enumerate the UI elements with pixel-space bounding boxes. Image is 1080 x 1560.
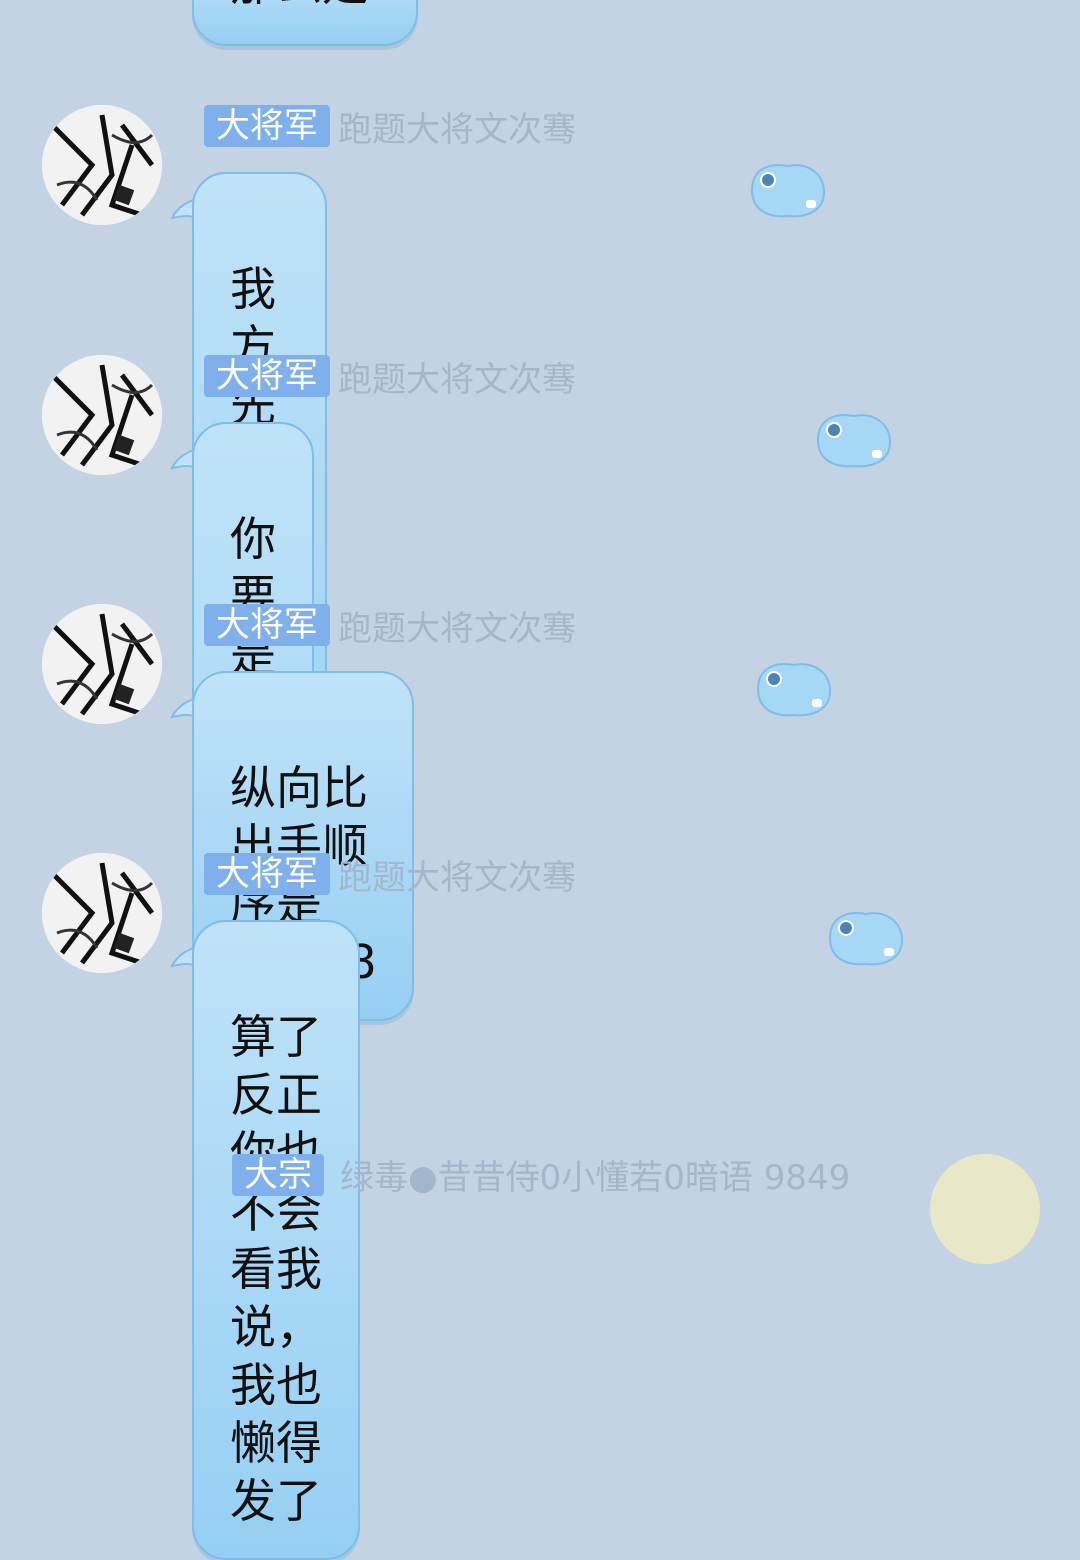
next-message-partial: 大宗 绿毒●昔昔侍0小懂若0暗语 9849 xyxy=(0,1150,1080,1264)
member-title: 跑题大将文次骞 xyxy=(338,857,576,898)
sketch-avatar-icon xyxy=(42,853,162,973)
chat-message: 大将军 跑题大将文次骞 你要是横向对比是奇数先手 xyxy=(0,350,1080,1236)
member-badge: 大宗 xyxy=(232,1154,324,1196)
member-badge: 大将军 xyxy=(204,604,330,646)
sketch-avatar-icon xyxy=(42,604,162,724)
member-title: 跑题大将文次骞 xyxy=(338,608,576,649)
sketch-avatar-icon xyxy=(42,355,162,475)
chat-message: 大将军 跑题大将文次骞 我方先手是1动然后23动 xyxy=(0,100,1080,928)
avatar[interactable] xyxy=(42,105,162,225)
member-title: 绿毒●昔昔侍0小懂若0暗语 9849 xyxy=(340,1158,851,1198)
member-title: 跑题大将文次骞 xyxy=(338,359,576,400)
member-badge: 大将军 xyxy=(204,853,330,895)
hippo-bubble-decoration-icon xyxy=(748,160,826,220)
avatar[interactable] xyxy=(42,355,162,475)
member-badge: 大将军 xyxy=(204,105,330,147)
sketch-avatar-icon xyxy=(42,105,162,225)
previous-message-text: 那么是 xyxy=(230,0,368,14)
previous-message-bubble[interactable]: 那么是 xyxy=(192,0,418,46)
message-bubble[interactable]: 算了反正你也不会看我说， 我也懒得发了 xyxy=(192,920,360,1560)
hippo-bubble-decoration-icon xyxy=(754,659,832,719)
chat-message: 大将军 跑题大将文次骞 算了反正你也不会看我说， 我也懒得发了 xyxy=(0,848,1080,1560)
member-title: 跑题大将文次骞 xyxy=(338,109,576,150)
avatar[interactable] xyxy=(42,604,162,724)
avatar[interactable] xyxy=(42,853,162,973)
hippo-bubble-decoration-icon xyxy=(826,908,904,968)
avatar[interactable] xyxy=(930,1154,1040,1264)
hippo-bubble-decoration-icon xyxy=(814,410,892,470)
chat-message: 大将军 跑题大将文次骞 纵向比出手顺序是12468 xyxy=(0,599,1080,1021)
message-text: 算了反正你也不会看我说， 我也懒得发了 xyxy=(230,1010,322,1528)
member-badge: 大将军 xyxy=(204,355,330,397)
